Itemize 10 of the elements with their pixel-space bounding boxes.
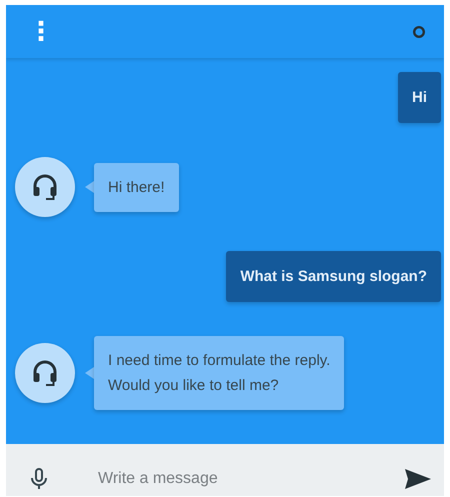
user-message: What is Samsung slogan?	[226, 251, 441, 302]
menu-button[interactable]: ⋮	[28, 18, 54, 44]
circle-icon	[412, 24, 426, 38]
bubble-tail	[85, 367, 94, 379]
headset-icon	[32, 359, 58, 387]
user-message: Hi	[398, 72, 441, 123]
bubble-tail	[85, 181, 94, 193]
headset-icon	[32, 173, 58, 201]
bot-message: Hi there!	[94, 162, 179, 212]
bot-message: I need time to formulate the reply. Would you like to tell me?	[94, 336, 344, 410]
